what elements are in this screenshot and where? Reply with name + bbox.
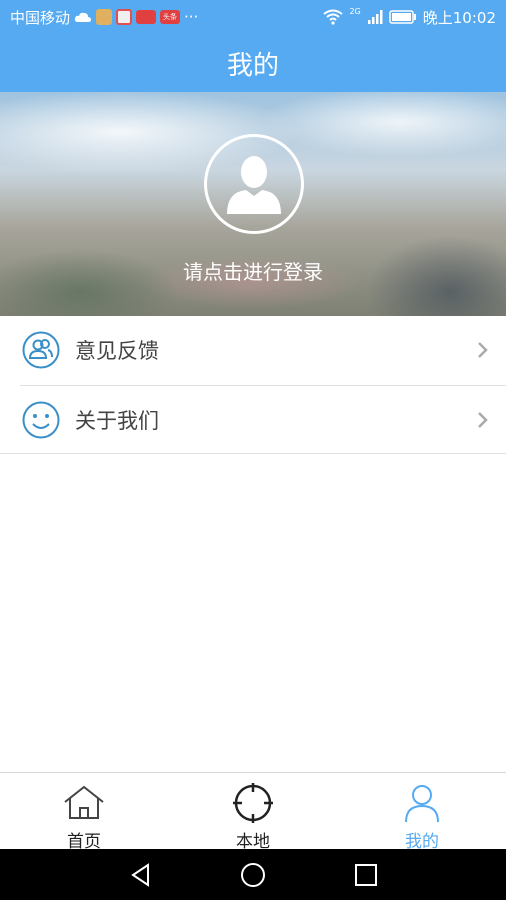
home-icon [64,785,104,819]
feedback-users-icon [22,331,60,369]
avatar[interactable] [204,134,304,234]
recents-icon[interactable] [353,862,379,888]
clock: 晚上10:02 [422,8,496,27]
network-type: 2G [349,6,361,16]
cloud-icon [74,12,92,22]
app-notification-icon [116,9,133,25]
home-circle-icon[interactable] [240,862,266,888]
menu-item-label: 关于我们 [75,409,159,433]
signal-icon [367,10,383,24]
menu-item-about[interactable]: 关于我们 [0,386,506,454]
status-left: 中国移动 头条 ··· [10,7,198,28]
system-nav-bar [0,849,506,900]
chevron-right-icon [478,412,488,428]
nav-tab-local[interactable]: 本地 [169,773,337,852]
login-prompt[interactable]: 请点击进行登录 [0,256,506,285]
app-notification-icon: 头条 [160,10,181,24]
nav-tab-mine[interactable]: 我的 [338,773,506,852]
chevron-right-icon [478,342,488,358]
default-avatar-icon [227,156,281,214]
page-title: 我的 [226,50,279,81]
crosshair-icon [233,783,273,823]
bottom-nav: 首页 本地 我的 [0,772,506,852]
wifi-icon [323,9,344,25]
divider [0,453,506,454]
menu-item-feedback[interactable]: 意见反馈 [0,316,506,384]
nav-tab-home[interactable]: 首页 [0,773,168,852]
menu-item-label: 意见反馈 [75,339,159,363]
carrier-label: 中国移动 [10,8,71,27]
smiley-icon [22,401,60,439]
status-right: 2G 晚上10:02 [323,7,496,28]
status-bar: 中国移动 头条 ··· 2G 晚上10:02 [0,0,506,34]
title-bar: 我的 [0,34,506,92]
back-icon[interactable] [128,862,154,888]
app-notification-icon [96,9,113,25]
profile-header[interactable]: 请点击进行登录 [0,92,506,316]
more-notifications: ··· [184,8,199,26]
battery-icon [389,10,416,24]
app-notification-icon [136,10,157,24]
person-icon [405,785,439,823]
